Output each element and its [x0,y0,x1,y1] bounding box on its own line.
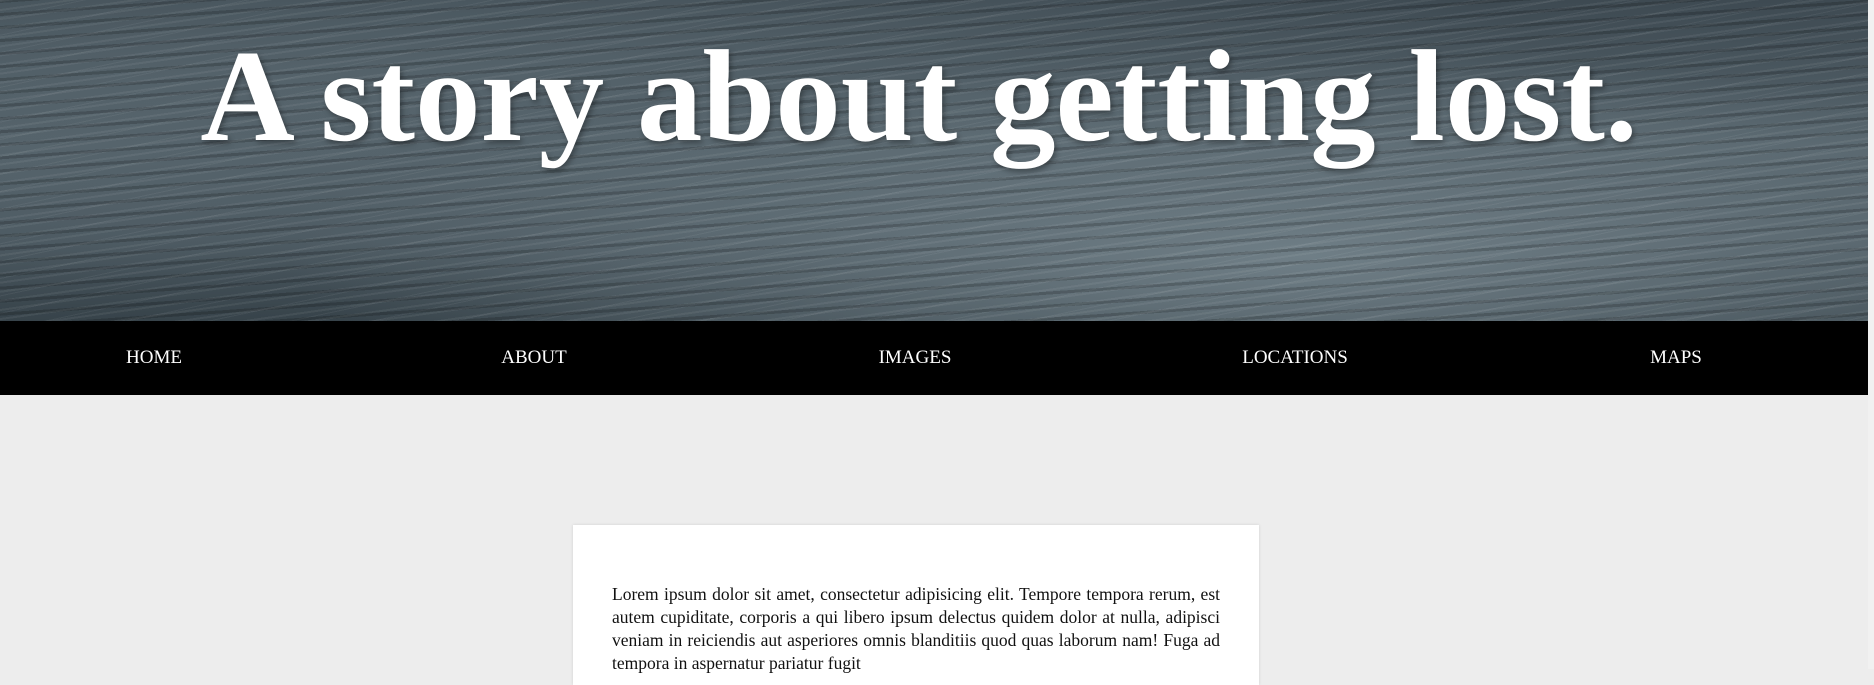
main-nav: HOME ABOUT IMAGES LOCATIONS MAPS [0,321,1868,395]
nav-item-home[interactable]: HOME [54,321,254,395]
content-paragraph: Lorem ipsum dolor sit amet, consectetur … [612,584,1220,673]
nav-item-images[interactable]: IMAGES [815,321,1015,395]
content-card: Lorem ipsum dolor sit amet, consectetur … [573,525,1259,685]
nav-item-locations[interactable]: LOCATIONS [1195,321,1395,395]
hero-banner: A story about getting lost. [0,0,1868,321]
hero-title: A story about getting lost. [200,24,1638,169]
page-scrollbar[interactable] [1868,0,1874,669]
nav-item-maps[interactable]: MAPS [1576,321,1776,395]
nav-item-about[interactable]: ABOUT [434,321,634,395]
